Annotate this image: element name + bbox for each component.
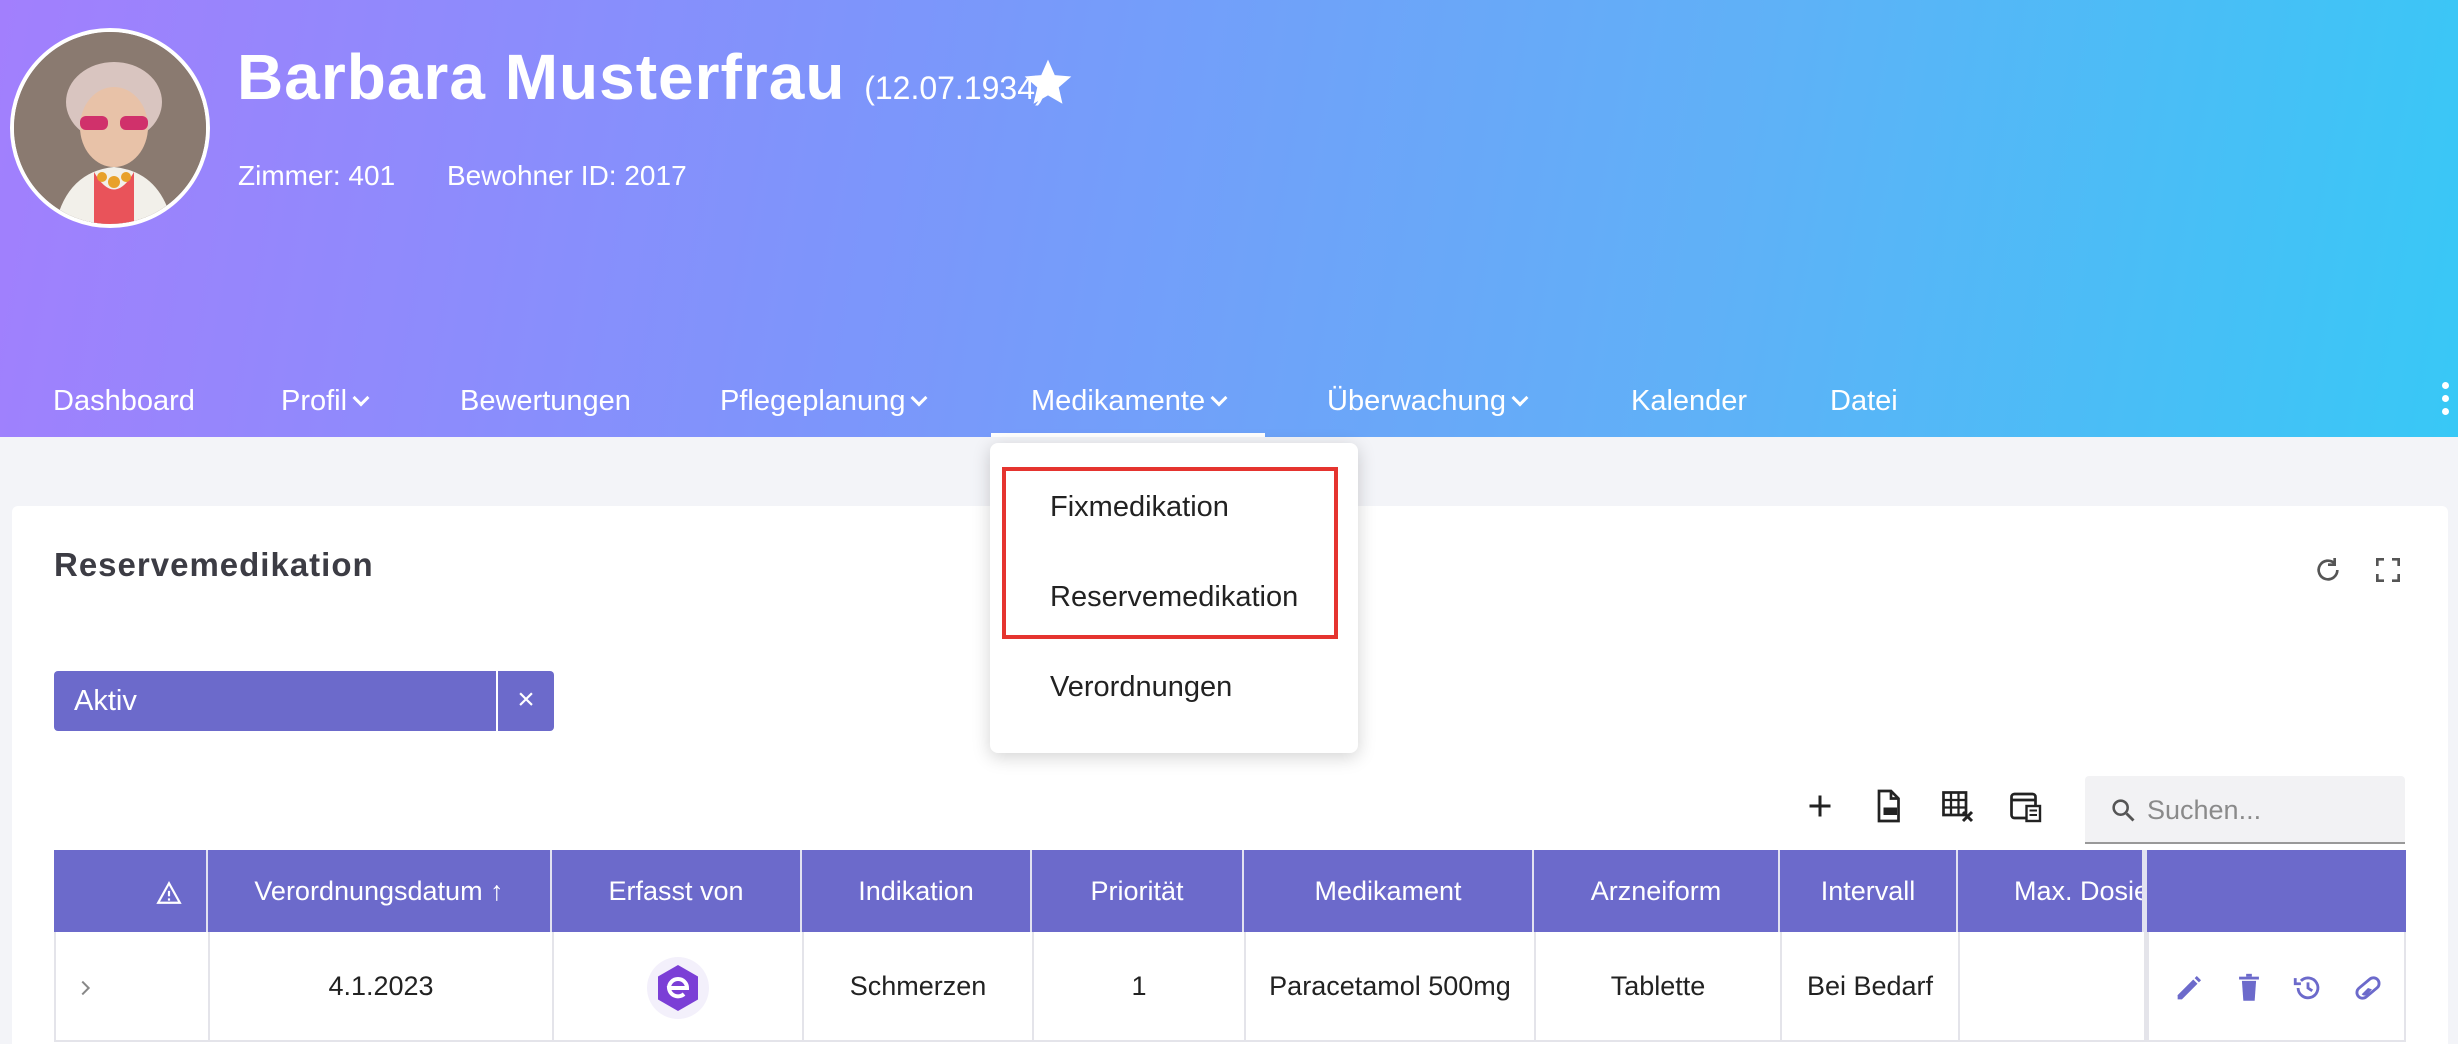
- nav-label: Pflegeplanung: [720, 385, 906, 417]
- resident-id: Bewohner ID: 2017: [446, 160, 687, 191]
- column-settings-icon[interactable]: [2007, 788, 2043, 824]
- filter-chip-label: Aktiv: [74, 685, 137, 717]
- nav-label: Profil: [281, 385, 348, 417]
- patient-header: Barbara Musterfrau (12.07.1934) Zimmer: …: [0, 0, 2458, 437]
- col-erfasst-von[interactable]: Erfasst von: [552, 850, 802, 932]
- star-icon[interactable]: [1020, 55, 1076, 111]
- nav-medikamente[interactable]: Medikamente: [991, 372, 1266, 437]
- cell-indication: Schmerzen: [804, 932, 1034, 1040]
- chevron-down-icon: [1210, 389, 1228, 407]
- menu-item-fixmedikation[interactable]: Fixmedikation: [1050, 491, 1229, 524]
- refresh-icon[interactable]: [2312, 554, 2344, 586]
- plus-icon[interactable]: [1802, 788, 1838, 824]
- nav-dashboard[interactable]: Dashboard: [53, 372, 195, 437]
- nav-pflegeplanung[interactable]: Pflegeplanung: [720, 372, 928, 437]
- close-icon[interactable]: ×: [496, 671, 554, 731]
- search-icon: [2112, 799, 2135, 822]
- chevron-down-icon: [1511, 389, 1529, 407]
- kebab-menu-icon[interactable]: [2440, 382, 2450, 422]
- col-actions: [2144, 850, 2406, 932]
- nav-label: Datei: [1830, 385, 1898, 417]
- row-expand[interactable]: [56, 932, 210, 1040]
- col-indikation[interactable]: Indikation: [802, 850, 1032, 932]
- nav-label: Medikamente: [1031, 385, 1206, 417]
- chevron-down-icon: [910, 389, 928, 407]
- col-intervall[interactable]: Intervall: [1780, 850, 1958, 932]
- card-title: Reservemedikation: [54, 546, 374, 583]
- cell-date: 4.1.2023: [210, 932, 554, 1040]
- nav-label: Kalender: [1631, 385, 1748, 417]
- row-actions: [2146, 932, 2408, 1040]
- medication-table: Verordnungsdatum ↑ Erfasst von Indikatio…: [54, 850, 2406, 1042]
- menu-item-reservemedikation[interactable]: Reservemedikation: [1050, 581, 1298, 614]
- cell-medication: Paracetamol 500mg: [1246, 932, 1536, 1040]
- nav-profil[interactable]: Profil: [281, 372, 370, 437]
- nav-ueberwachung[interactable]: Überwachung: [1327, 372, 1529, 437]
- col-medikament[interactable]: Medikament: [1244, 850, 1534, 932]
- nav-label: Bewertungen: [460, 385, 631, 417]
- col-prioritaet[interactable]: Priorität: [1032, 850, 1244, 932]
- patient-avatar: [10, 28, 210, 228]
- room-number: Zimmer: 401: [238, 160, 396, 191]
- cell-form: Tablette: [1536, 932, 1782, 1040]
- chevron-down-icon: [352, 389, 370, 407]
- main-nav: Dashboard Profil Bewertungen Pflegeplanu…: [0, 372, 2400, 437]
- fullscreen-icon[interactable]: [2372, 554, 2404, 586]
- chevron-right-icon[interactable]: [74, 977, 96, 999]
- history-icon[interactable]: [2291, 971, 2325, 1005]
- nav-label: Überwachung: [1327, 385, 1506, 417]
- menu-item-verordnungen[interactable]: Verordnungen: [1050, 671, 1232, 704]
- avatar-image: [14, 32, 206, 224]
- nav-datei[interactable]: Datei: [1830, 372, 1898, 437]
- edit-icon[interactable]: [2172, 971, 2206, 1005]
- col-max-dosis[interactable]: Max. Dosie: [1958, 850, 2144, 932]
- search-input[interactable]: [2147, 790, 2387, 830]
- medikamente-dropdown: Fixmedikation Reservemedikation Verordnu…: [990, 443, 1358, 753]
- cell-interval: Bei Bedarf: [1782, 932, 1960, 1040]
- filter-chip-aktiv[interactable]: Aktiv ×: [54, 671, 554, 731]
- patient-name: Barbara Musterfrau (12.07.1934): [237, 40, 1046, 114]
- warning-icon: [156, 880, 182, 904]
- search-box: [2085, 776, 2405, 844]
- app-logo-icon: [647, 956, 709, 1019]
- patient-meta: Zimmer: 401 Bewohner ID: 2017: [238, 160, 731, 192]
- col-verordnungsdatum[interactable]: Verordnungsdatum ↑: [208, 850, 552, 932]
- table-row[interactable]: 4.1.2023 Schmerzen 1 Paracetamol 500mg T…: [54, 932, 2406, 1042]
- cell-priority: 1: [1034, 932, 1246, 1040]
- patient-name-text: Barbara Musterfrau: [237, 41, 846, 113]
- table-header: Verordnungsdatum ↑ Erfasst von Indikatio…: [54, 850, 2406, 932]
- pdf-icon[interactable]: [1870, 788, 1906, 824]
- nav-kalender[interactable]: Kalender: [1631, 372, 1747, 437]
- table-clear-icon[interactable]: [1939, 788, 1975, 824]
- nav-bewertungen[interactable]: Bewertungen: [460, 372, 631, 437]
- card-actions: [2288, 554, 2404, 591]
- table-toolbar: [1802, 788, 2071, 838]
- col-arzneiform[interactable]: Arzneiform: [1534, 850, 1780, 932]
- patient-birthdate: (12.07.1934): [864, 70, 1046, 106]
- nav-label: Dashboard: [53, 385, 195, 417]
- cell-max-dose: [1960, 932, 2146, 1040]
- pill-icon[interactable]: [2351, 971, 2385, 1005]
- delete-icon[interactable]: [2232, 971, 2266, 1005]
- cell-erfasst-von: [554, 932, 804, 1040]
- col-warning: [54, 850, 208, 932]
